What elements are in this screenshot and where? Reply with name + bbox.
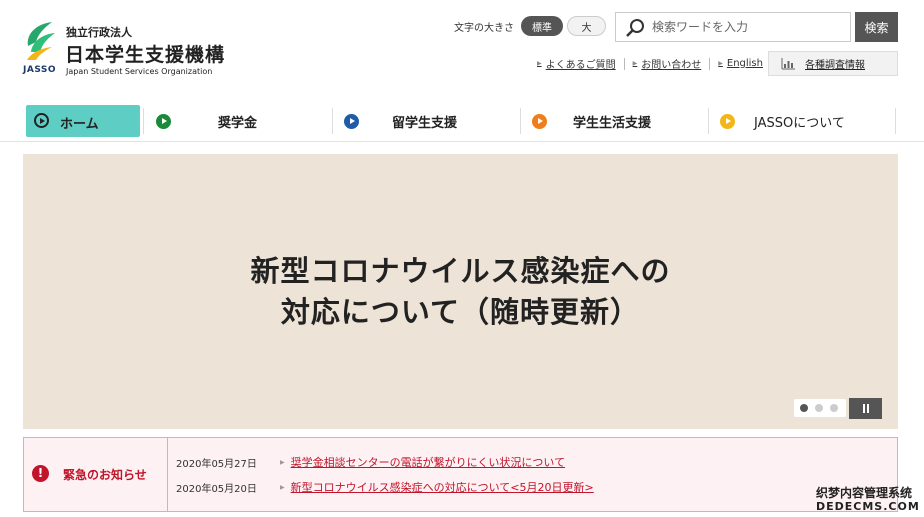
nav-bottom-border — [0, 141, 924, 142]
english-link-label: English — [726, 58, 763, 69]
logo-abbr: JASSO — [23, 65, 57, 75]
utility-links: ▶ よくあるご質問 ▶ お問い合わせ ▶ English — [537, 56, 763, 71]
faq-link[interactable]: ▶ よくあるご質問 — [537, 56, 616, 71]
english-link[interactable]: ▶ English — [718, 58, 763, 69]
hero-title-line1: 新型コロナウイルス感染症への — [250, 254, 671, 288]
emergency-notice-title: 緊急のお知らせ — [63, 468, 147, 482]
notice-link[interactable]: 新型コロナウイルス感染症への対応について<5月20日更新> — [291, 479, 594, 495]
bar-chart-icon — [781, 57, 795, 69]
nav-item-student-life[interactable]: 学生生活支援 — [521, 102, 707, 140]
triangle-right-icon: ▶ — [280, 458, 285, 466]
nav-item-label: ホーム — [60, 117, 99, 132]
font-size-standard-button[interactable]: 標準 — [521, 16, 563, 36]
hero-title: 新型コロナウイルス感染症への 対応について（随時更新） — [23, 251, 898, 333]
play-circle-icon — [344, 114, 359, 129]
notice-date: 2020年05月20日 — [176, 483, 257, 495]
survey-info-label: 各種調査情報 — [805, 60, 865, 71]
jasso-logo-icon — [27, 22, 55, 60]
nav-item-scholarship[interactable]: 奨学金 — [146, 102, 332, 140]
survey-info-button[interactable]: 各種調査情報 — [768, 51, 898, 76]
nav-item-about-jasso[interactable]: JASSOについて — [709, 102, 895, 140]
logo-org-name: 日本学生支援機構 — [65, 44, 226, 66]
notice-link[interactable]: 奨学金相談センターの電話が繋がりにくい状況について — [291, 454, 565, 470]
slide-dot[interactable] — [830, 404, 838, 412]
nav-divider — [895, 108, 896, 134]
logo-org-english: Japan Student Services Organization — [66, 67, 213, 76]
logo-org-type: 独立行政法人 — [66, 26, 132, 39]
watermark-line2: DEDECMS.COM — [816, 500, 920, 513]
search-input[interactable] — [652, 13, 847, 41]
emergency-notice-header: ! 緊急のお知らせ — [24, 438, 168, 511]
triangle-right-icon: ▶ — [718, 60, 723, 67]
nav-item-label: 学生生活支援 — [573, 115, 652, 131]
nav-item-international-students[interactable]: 留学生支援 — [333, 102, 519, 140]
notice-item: 2020年05月20日 ▶ 新型コロナウイルス感染症への対応について<5月20日… — [176, 479, 594, 495]
triangle-right-icon: ▶ — [537, 60, 542, 67]
slide-indicator — [794, 399, 846, 417]
play-circle-icon — [532, 114, 547, 129]
search-box — [615, 12, 851, 42]
contact-link-label: お問い合わせ — [641, 60, 702, 71]
triangle-right-icon: ▶ — [280, 483, 285, 491]
divider — [623, 57, 625, 70]
slide-dot-active[interactable] — [800, 404, 808, 412]
notice-date: 2020年05月27日 — [176, 458, 257, 470]
nav-divider — [143, 108, 144, 134]
font-size-large-button[interactable]: 大 — [567, 16, 606, 36]
emergency-notice: ! 緊急のお知らせ 2020年05月27日 ▶ 奨学金相談センターの電話が繋がり… — [23, 437, 898, 512]
exclamation-icon: ! — [32, 465, 49, 482]
global-nav: ホーム 奨学金 留学生支援 学生生活支援 JASSOについて — [22, 102, 898, 140]
play-circle-icon — [156, 114, 171, 129]
hero-banner[interactable]: 新型コロナウイルス感染症への 対応について（随時更新） — [23, 154, 898, 429]
nav-item-label: JASSOについて — [754, 115, 845, 131]
search-icon — [626, 19, 644, 37]
watermark-line1: 织梦内容管理系统 — [816, 486, 913, 500]
font-size-label: 文字の大きさ — [454, 23, 514, 34]
divider — [709, 57, 711, 70]
triangle-right-icon: ▶ — [632, 60, 638, 67]
hero-title-line2: 対応について（随時更新） — [280, 295, 641, 329]
notice-item: 2020年05月27日 ▶ 奨学金相談センターの電話が繋がりにくい状況について — [176, 454, 565, 470]
nav-item-home[interactable]: ホーム — [26, 105, 140, 137]
play-circle-icon — [34, 113, 49, 128]
faq-link-label: よくあるご質問 — [545, 60, 616, 71]
slide-dot[interactable] — [815, 404, 823, 412]
pause-button[interactable] — [849, 398, 882, 419]
play-circle-icon — [720, 114, 735, 129]
contact-link[interactable]: ▶ お問い合わせ — [633, 56, 702, 71]
nav-item-label: 奨学金 — [218, 115, 258, 131]
site-logo[interactable]: JASSO 独立行政法人 日本学生支援機構 Japan Student Serv… — [22, 16, 252, 78]
search-button[interactable]: 検索 — [855, 12, 898, 42]
nav-item-label: 留学生支援 — [392, 115, 458, 131]
watermark: 织梦内容管理系统 DEDECMS.COM — [810, 482, 924, 517]
